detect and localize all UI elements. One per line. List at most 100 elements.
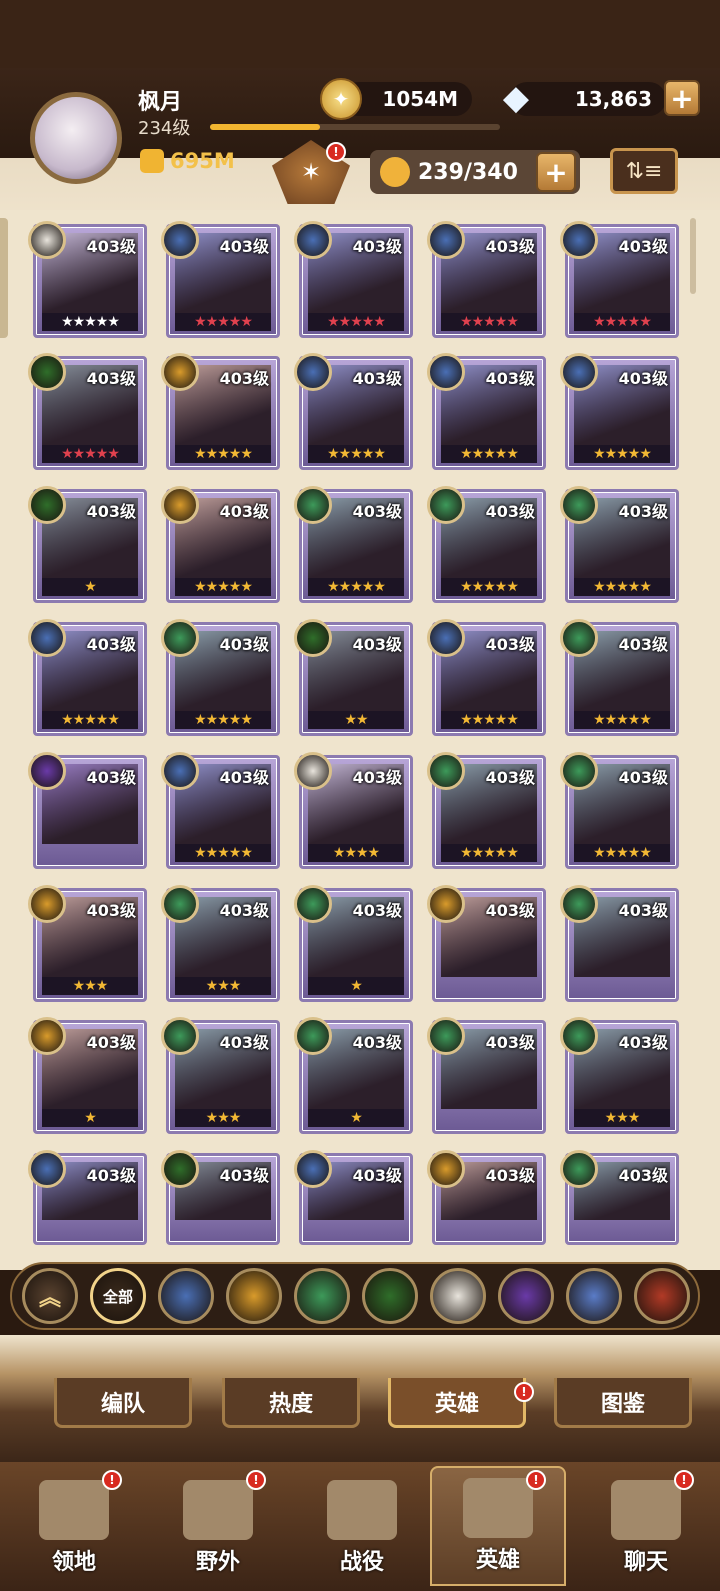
- hero-level: 403级: [485, 768, 535, 787]
- hero-card[interactable]: 403级 ★★★★★: [560, 486, 679, 603]
- hero-level: 403级: [352, 369, 402, 388]
- subtab-3[interactable]: 图鉴: [554, 1378, 692, 1428]
- sort-button[interactable]: ⇅≡: [610, 148, 678, 194]
- faction-icon: [28, 486, 66, 524]
- hero-card[interactable]: 403级: [427, 1150, 546, 1245]
- hero-card[interactable]: 403级 ★★★★★: [560, 752, 679, 869]
- hero-card[interactable]: 403级 ★★★: [560, 1017, 679, 1134]
- filter-dimensional-button[interactable]: [566, 1268, 622, 1324]
- hero-card[interactable]: 403级 ★★★★★: [294, 486, 413, 603]
- hero-card[interactable]: 403级: [161, 1150, 280, 1245]
- filter-all-button[interactable]: 全部: [90, 1268, 146, 1324]
- player-avatar[interactable]: [30, 92, 122, 184]
- hero-level: 403级: [219, 901, 269, 920]
- faction-icon: [560, 619, 598, 657]
- nav-1[interactable]: 野外: [150, 1466, 286, 1586]
- hero-stars: ★★★: [42, 977, 138, 995]
- faction-icon: [161, 353, 199, 391]
- hero-level: 403级: [485, 502, 535, 521]
- nav-0[interactable]: 领地: [6, 1466, 142, 1586]
- hero-stars: ★★★: [574, 1109, 670, 1127]
- filter-collapse-button[interactable]: ︽: [22, 1268, 78, 1324]
- hero-card[interactable]: 403级 ★★★★★: [427, 752, 546, 869]
- filter-dragon-button[interactable]: [634, 1268, 690, 1324]
- hero-level: 403级: [618, 369, 668, 388]
- hero-card[interactable]: 403级 ★★★★★: [28, 221, 147, 338]
- hero-level: 403级: [86, 901, 136, 920]
- hero-card[interactable]: 403级 ★★★★★: [294, 221, 413, 338]
- nav-notification-badge: !: [674, 1470, 694, 1490]
- hero-level: 403级: [485, 1033, 535, 1052]
- add-diamonds-button[interactable]: +: [664, 80, 700, 116]
- hero-level: 403级: [219, 1166, 269, 1185]
- filter-mauler-button[interactable]: [226, 1268, 282, 1324]
- hero-card[interactable]: 403级 ★★: [294, 619, 413, 736]
- hero-card[interactable]: 403级: [560, 1150, 679, 1245]
- hero-card[interactable]: 403级 ★★★★★: [560, 353, 679, 470]
- subtab-0[interactable]: 编队: [54, 1378, 192, 1428]
- filter-celestial-button[interactable]: [430, 1268, 486, 1324]
- hero-card[interactable]: 403级: [28, 752, 147, 869]
- nav-4[interactable]: 聊天: [578, 1466, 714, 1586]
- hero-card[interactable]: 403级 ★★★★★: [560, 221, 679, 338]
- hero-card[interactable]: 403级 ★★★★★: [427, 486, 546, 603]
- hero-card[interactable]: 403级 ★★★★★: [427, 619, 546, 736]
- hero-card[interactable]: 403级 ★: [28, 1017, 147, 1134]
- hero-card[interactable]: 403级 ★: [294, 885, 413, 1002]
- faction-icon: [427, 221, 465, 259]
- hero-card[interactable]: 403级 ★★★★★: [294, 353, 413, 470]
- hero-card[interactable]: 403级 ★★★: [161, 1017, 280, 1134]
- expand-roster-button[interactable]: +: [536, 152, 576, 192]
- hero-card[interactable]: 403级 ★★★: [28, 885, 147, 1002]
- filter-graveborn-button[interactable]: [362, 1268, 418, 1324]
- nav-2[interactable]: 战役: [294, 1466, 430, 1586]
- nav-label: 英雄: [475, 1548, 520, 1573]
- hero-stars: ★★★★★: [42, 711, 138, 729]
- hero-card[interactable]: 403级: [28, 1150, 147, 1245]
- hero-card[interactable]: 403级 ★★★★★: [161, 486, 280, 603]
- xp-bar: [210, 124, 500, 130]
- hero-card[interactable]: 403级: [294, 1150, 413, 1245]
- faction-icon: [294, 486, 332, 524]
- hero-card[interactable]: 403级 ★: [294, 1017, 413, 1134]
- subtab-2[interactable]: 英雄: [388, 1378, 526, 1428]
- hero-card[interactable]: 403级: [560, 885, 679, 1002]
- hero-card[interactable]: 403级 ★★★★★: [560, 619, 679, 736]
- hero-card[interactable]: 403级 ★★★★★: [161, 619, 280, 736]
- hero-card[interactable]: 403级 ★★★★★: [161, 752, 280, 869]
- hero-card[interactable]: 403级 ★★★★★: [161, 353, 280, 470]
- filter-hypogean-button[interactable]: [498, 1268, 554, 1324]
- hero-level: 403级: [352, 768, 402, 787]
- emblem-notification-badge: !: [326, 142, 346, 162]
- hero-stars: ★★★★★: [175, 844, 271, 862]
- diamond-value: 13,863: [574, 87, 652, 111]
- nav-notification-badge: !: [102, 1470, 122, 1490]
- subtab-label: 编队: [100, 1391, 145, 1417]
- hero-card[interactable]: 403级 ★★★★★: [427, 353, 546, 470]
- subtab-1[interactable]: 热度: [222, 1378, 360, 1428]
- hero-card[interactable]: 403级 ★: [28, 486, 147, 603]
- faction-icon: [294, 221, 332, 259]
- nav-3[interactable]: 英雄: [430, 1466, 566, 1586]
- faction-icon: [427, 619, 465, 657]
- xp-bar-fill: [210, 124, 321, 130]
- hero-stars: ★★★★★: [175, 313, 271, 331]
- filter-lightbearer-button[interactable]: [158, 1268, 214, 1324]
- hero-card[interactable]: 403级 ★★★★★: [28, 353, 147, 470]
- side-handle[interactable]: [0, 218, 8, 338]
- hero-card[interactable]: 403级 ★★★★★: [161, 221, 280, 338]
- hero-stars: ★★★★★: [441, 445, 537, 463]
- hero-level: 403级: [86, 1033, 136, 1052]
- hero-level: 403级: [352, 237, 402, 256]
- grid-scrollbar[interactable]: [690, 218, 696, 294]
- hero-card[interactable]: 403级 ★★★★★: [427, 221, 546, 338]
- hero-card[interactable]: 403级: [427, 885, 546, 1002]
- hero-card[interactable]: 403级: [427, 1017, 546, 1134]
- nav-icon: [39, 1480, 109, 1540]
- gold-coin-icon: ✦: [320, 78, 362, 120]
- hero-card[interactable]: 403级 ★★★★★: [28, 619, 147, 736]
- filter-wilder-button[interactable]: [294, 1268, 350, 1324]
- hero-level: 403级: [219, 635, 269, 654]
- hero-card[interactable]: 403级 ★★★: [161, 885, 280, 1002]
- hero-card[interactable]: 403级 ★★★★: [294, 752, 413, 869]
